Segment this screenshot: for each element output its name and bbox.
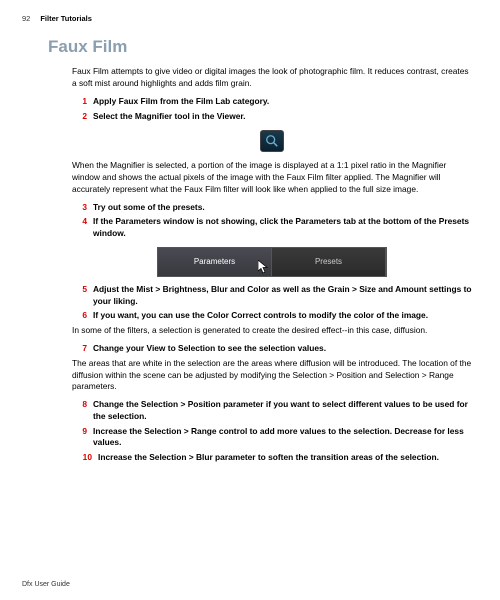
- step-text: Apply Faux Film from the Film Lab catego…: [93, 96, 269, 108]
- tab-parameters[interactable]: Parameters: [158, 248, 272, 276]
- footer-text: Dfx User Guide: [22, 580, 70, 590]
- step-text: Change the Selection > Position paramete…: [93, 399, 472, 423]
- step-text: Try out some of the presets.: [93, 202, 205, 214]
- step-2: 2 Select the Magnifier tool in the Viewe…: [72, 111, 472, 123]
- after-step-7-text: The areas that are white in the selectio…: [72, 358, 472, 393]
- intro-text: Faux Film attempts to give video or digi…: [72, 66, 472, 90]
- step-number: 2: [72, 111, 87, 123]
- magnifier-figure: [72, 130, 472, 152]
- step-4: 4 If the Parameters window is not showin…: [72, 216, 472, 240]
- after-step-6-text: In some of the filters, a selection is g…: [72, 325, 472, 337]
- step-7: 7 Change your View to Selection to see t…: [72, 343, 472, 355]
- tabs-panel: Parameters Presets: [157, 247, 387, 277]
- step-1: 1 Apply Faux Film from the Film Lab cate…: [72, 96, 472, 108]
- page-title: Faux Film: [48, 35, 472, 59]
- step-6: 6 If you want, you can use the Color Cor…: [72, 310, 472, 322]
- step-8: 8 Change the Selection > Position parame…: [72, 399, 472, 423]
- page-number: 92: [22, 14, 30, 25]
- step-9: 9 Increase the Selection > Range control…: [72, 426, 472, 450]
- step-number: 8: [72, 399, 87, 423]
- step-text: Select the Magnifier tool in the Viewer.: [93, 111, 246, 123]
- content-body: Faux Film attempts to give video or digi…: [72, 66, 472, 464]
- step-5: 5 Adjust the Mist > Brightness, Blur and…: [72, 284, 472, 308]
- step-3: 3 Try out some of the presets.: [72, 202, 472, 214]
- step-number: 9: [72, 426, 87, 450]
- step-text: Increase the Selection > Blur parameter …: [98, 452, 439, 464]
- step-10: 10 Increase the Selection > Blur paramet…: [72, 452, 472, 464]
- step-text: Increase the Selection > Range control t…: [93, 426, 472, 450]
- magnifier-icon: [260, 130, 284, 152]
- after-step-2-text: When the Magnifier is selected, a portio…: [72, 160, 472, 195]
- step-number: 6: [72, 310, 87, 322]
- chapter-name: Filter Tutorials: [40, 14, 92, 25]
- step-number: 7: [72, 343, 87, 355]
- page-header: 92 Filter Tutorials: [22, 14, 472, 25]
- step-text: Change your View to Selection to see the…: [93, 343, 326, 355]
- step-number: 10: [72, 452, 92, 464]
- tabs-figure: Parameters Presets: [72, 247, 472, 277]
- step-text: If the Parameters window is not showing,…: [93, 216, 472, 240]
- tab-presets[interactable]: Presets: [272, 248, 386, 276]
- step-number: 4: [72, 216, 87, 240]
- step-text: If you want, you can use the Color Corre…: [93, 310, 428, 322]
- step-number: 5: [72, 284, 87, 308]
- step-number: 3: [72, 202, 87, 214]
- step-number: 1: [72, 96, 87, 108]
- step-text: Adjust the Mist > Brightness, Blur and C…: [93, 284, 472, 308]
